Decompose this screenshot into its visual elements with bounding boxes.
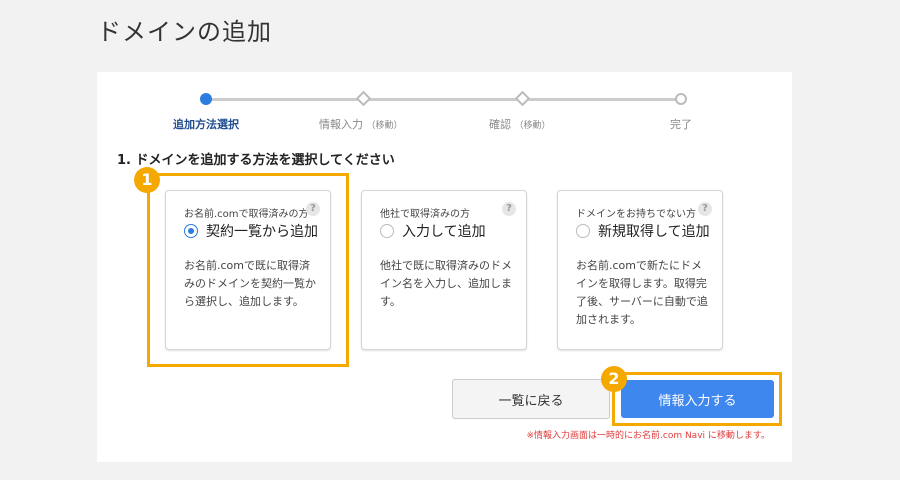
step-label-text: 完了: [670, 118, 692, 131]
back-to-list-button[interactable]: 一覧に戻る: [452, 379, 610, 419]
step-connector: [527, 98, 679, 101]
step-label-info-input: 情報入力 （移動）: [319, 116, 403, 132]
enter-info-button[interactable]: 情報入力する: [621, 380, 774, 418]
card-description: お名前.comで新たにドメインを取得します。取得完了後、サーバーに自動で追加され…: [576, 259, 708, 326]
card-subtitle: 他社で取得済みの方: [380, 209, 470, 220]
section-title: 1. ドメインを追加する方法を選択してください: [117, 153, 395, 168]
card-description: 他社で既に取得済みのドメイン名を入力し、追加します。: [380, 259, 512, 308]
step-label-select-method: 追加方法選択: [173, 116, 239, 132]
step-label-sub: （移動）: [366, 121, 403, 131]
help-icon[interactable]: ?: [698, 202, 712, 216]
highlight-frame-1: [147, 173, 349, 367]
help-icon[interactable]: ?: [502, 202, 516, 216]
step-label-sub: （移動）: [514, 121, 551, 131]
radio-option-new-registration[interactable]: 新規取得して追加: [576, 221, 710, 241]
radio-label: 新規取得して追加: [598, 224, 710, 240]
step-indicator-select-method: [200, 93, 212, 105]
step-connector: [211, 98, 363, 101]
step-label-complete: 完了: [670, 116, 692, 132]
redirect-note: ※情報入力画面は一時的にお名前.com Navi に移動します。: [526, 431, 770, 441]
step-label-text: 追加方法選択: [173, 118, 239, 131]
radio-option-manual-input[interactable]: 入力して追加: [380, 221, 486, 241]
option-card-manual-input[interactable]: 他社で取得済みの方 ? 入力して追加 他社で既に取得済みのドメイン名を入力し、追…: [361, 190, 527, 350]
step-indicator-info-input: [355, 90, 372, 107]
step-badge-2: 2: [601, 366, 627, 392]
option-card-new-registration[interactable]: ドメインをお持ちでない方 ? 新規取得して追加 お名前.comで新たにドメインを…: [557, 190, 723, 350]
step-label-text: 情報入力: [319, 118, 363, 131]
step-label-text: 確認: [489, 118, 511, 131]
step-connector: [369, 98, 519, 101]
radio-button[interactable]: [380, 224, 394, 238]
step-label-confirm: 確認 （移動）: [489, 116, 551, 132]
step-indicator-complete: [675, 93, 687, 105]
add-domain-panel: 追加方法選択 情報入力 （移動） 確認 （移動） 完了 1. ドメインを追加する…: [97, 72, 792, 462]
step-badge-1: 1: [134, 167, 160, 193]
page-title: ドメインの追加: [97, 18, 272, 46]
card-subtitle: ドメインをお持ちでない方: [576, 209, 696, 220]
radio-label: 入力して追加: [402, 224, 486, 240]
progress-stepper: 追加方法選択 情報入力 （移動） 確認 （移動） 完了: [97, 72, 792, 142]
radio-button[interactable]: [576, 224, 590, 238]
step-indicator-confirm: [514, 90, 531, 107]
